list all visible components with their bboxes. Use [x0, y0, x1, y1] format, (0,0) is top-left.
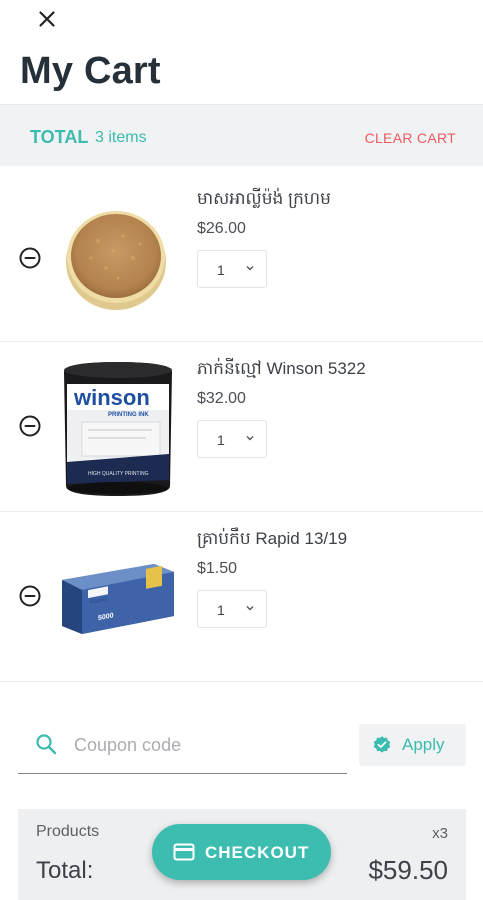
remove-item-button[interactable] — [18, 414, 42, 438]
products-label: Products — [36, 823, 100, 840]
credit-card-icon — [173, 843, 195, 861]
total-value: $59.50 — [368, 855, 448, 885]
item-name: មាសអាល្លីម៉ង់ ក្រហម — [197, 189, 331, 208]
items-count: 3 items — [95, 129, 147, 146]
chevron-down-icon — [246, 436, 254, 441]
page-title: My Cart — [20, 50, 161, 92]
item-price: $1.50 — [197, 560, 238, 577]
quantity-value: 1 — [217, 262, 225, 278]
quantity-select[interactable]: 1 — [197, 420, 267, 458]
coupon-input[interactable] — [74, 732, 334, 758]
product-image: Rapid 5000 — [58, 550, 178, 670]
cart-summary-bar: TOTAL 3 items CLEAR CART — [0, 104, 483, 166]
quantity-value: 1 — [217, 432, 225, 448]
close-icon — [39, 11, 55, 27]
coupon-field — [18, 724, 347, 774]
search-icon — [36, 734, 57, 755]
close-button[interactable] — [34, 6, 60, 32]
svg-text:PRINTING INK: PRINTING INK — [108, 412, 149, 418]
quantity-value: 1 — [217, 602, 225, 618]
apply-coupon-button[interactable]: Apply — [359, 724, 466, 766]
remove-item-button[interactable] — [18, 246, 42, 270]
cart-item: Rapid 5000 គ្រាប់កឹប Rapid 13/19 $1.50 1 — [0, 512, 483, 682]
svg-text:winson: winson — [73, 385, 150, 410]
cart-item: winson PRINTING INK HIGH QUALITY PRINTIN… — [0, 342, 483, 512]
svg-text:HIGH QUALITY PRINTING: HIGH QUALITY PRINTING — [88, 471, 149, 477]
apply-label: Apply — [402, 735, 445, 754]
product-image: winson PRINTING INK HIGH QUALITY PRINTIN… — [58, 358, 178, 496]
minus-circle-icon — [19, 247, 41, 269]
chevron-down-icon — [246, 266, 254, 271]
chevron-down-icon — [246, 606, 254, 611]
products-count: x3 — [432, 825, 448, 842]
remove-item-button[interactable] — [18, 584, 42, 608]
checkout-button[interactable]: CHECKOUT — [152, 824, 331, 880]
total-label: TOTAL — [30, 127, 89, 147]
verified-check-icon — [373, 736, 391, 753]
total-label: Total: — [36, 857, 94, 884]
quantity-select[interactable]: 1 — [197, 590, 267, 628]
minus-circle-icon — [19, 585, 41, 607]
quantity-select[interactable]: 1 — [197, 250, 267, 288]
item-price: $26.00 — [197, 220, 246, 237]
checkout-label: CHECKOUT — [205, 843, 310, 862]
cart-item: មាសអាល្លីម៉ង់ ក្រហម $26.00 1 — [0, 172, 483, 342]
item-name: ភាក់នីល្មៅ Winson 5322 — [197, 359, 366, 378]
clear-cart-button[interactable]: CLEAR CART — [365, 130, 456, 146]
minus-circle-icon — [19, 415, 41, 437]
item-price: $32.00 — [197, 390, 246, 407]
item-name: គ្រាប់កឹប Rapid 13/19 — [197, 529, 348, 548]
product-image — [58, 196, 178, 316]
